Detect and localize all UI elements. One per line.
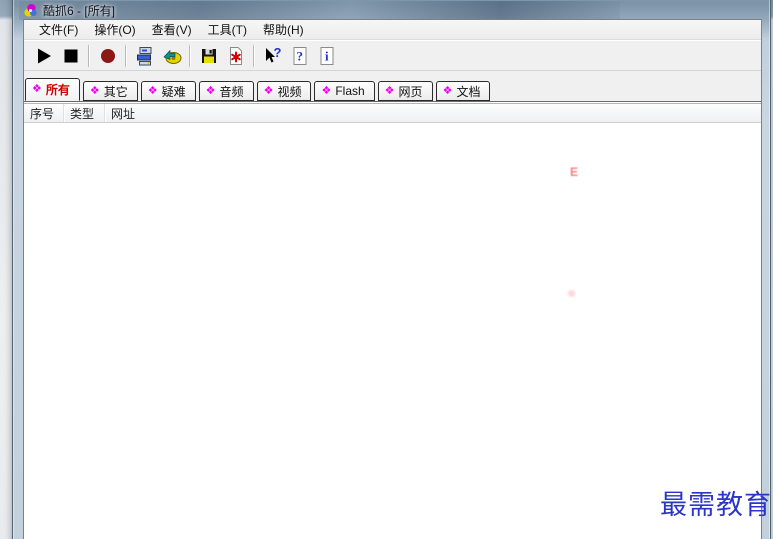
tab-difficult[interactable]: ❖ 疑难: [140, 81, 196, 101]
diamond-icon: ❖: [147, 84, 158, 97]
diamond-icon: ❖: [384, 84, 395, 97]
desktop-background: 酷抓6 - [所有] – ◻ ✕ 文件(F) 操作(O) 查看(V) 工具(T)…: [0, 0, 773, 539]
red-artifact-mark: E: [570, 165, 579, 179]
play-icon: [37, 48, 51, 63]
column-header-type[interactable]: 类型: [64, 104, 105, 122]
window-title: 酷抓6 - [所有]: [43, 4, 116, 18]
record-button[interactable]: [94, 43, 121, 68]
stop-button[interactable]: [57, 43, 84, 68]
browse-disk-icon: [162, 49, 181, 64]
context-help-button[interactable]: ?: [259, 43, 286, 68]
tab-audio[interactable]: ❖ 音频: [198, 81, 254, 101]
menu-view[interactable]: 查看(V): [145, 20, 199, 40]
stop-icon: [64, 49, 77, 62]
menu-tools[interactable]: 工具(T): [201, 20, 254, 40]
faint-pink-dot: [568, 290, 575, 297]
title-bar: 酷抓6 - [所有]: [19, 1, 620, 20]
diamond-icon: ❖: [321, 84, 332, 97]
record-icon: [100, 48, 115, 63]
help-topics-icon: ?: [293, 46, 306, 65]
list-header: 序号 类型 网址: [24, 104, 761, 123]
help-topics-button[interactable]: ?: [286, 43, 313, 68]
menu-operate[interactable]: 操作(O): [87, 20, 142, 40]
save-icon: [201, 48, 216, 63]
toolbar-separator: [125, 44, 127, 67]
column-header-url[interactable]: 网址: [105, 104, 761, 122]
toolbar-separator: [253, 44, 255, 67]
save-button[interactable]: [195, 43, 222, 68]
svg-text:i: i: [325, 48, 329, 63]
tab-video[interactable]: ❖ 视频: [256, 81, 312, 101]
diamond-icon: ❖: [263, 84, 274, 97]
category-tabbar: ❖ 所有 ❖ 其它 ❖ 疑难 ❖ 音频 ❖ 视频 ❖ Flash ❖ 网页 ❖ …: [24, 77, 761, 101]
context-help-icon: ?: [265, 46, 281, 62]
delete-button[interactable]: [222, 43, 249, 68]
diamond-icon: ❖: [442, 84, 453, 97]
menu-help[interactable]: 帮助(H): [256, 20, 311, 40]
watermark-text: 最需教育: [660, 490, 772, 521]
capture-list-body: [24, 123, 761, 539]
tab-webpage[interactable]: ❖ 网页: [377, 81, 433, 101]
diamond-icon: ❖: [89, 84, 100, 97]
diamond-icon: ❖: [32, 83, 42, 95]
delete-icon: [229, 46, 242, 65]
tab-document[interactable]: ❖ 文档: [435, 81, 491, 101]
client-area: 文件(F) 操作(O) 查看(V) 工具(T) 帮助(H) ? ? i ❖ 所有…: [23, 19, 762, 539]
toolbar: ? ? i: [24, 40, 761, 71]
tab-other[interactable]: ❖ 其它: [82, 81, 138, 101]
about-button[interactable]: i: [313, 43, 340, 68]
capture-settings-button[interactable]: [131, 43, 158, 68]
svg-text:?: ?: [296, 48, 303, 63]
capture-settings-icon: [136, 46, 151, 65]
browse-disk-button[interactable]: [158, 43, 185, 68]
svg-text:?: ?: [273, 46, 281, 60]
app-icon[interactable]: [23, 3, 38, 18]
menu-file[interactable]: 文件(F): [32, 20, 85, 40]
tab-flash[interactable]: ❖ Flash: [314, 81, 375, 101]
column-header-index[interactable]: 序号: [24, 104, 64, 122]
toolbar-separator: [88, 44, 90, 67]
diamond-icon: ❖: [205, 84, 216, 97]
menu-bar: 文件(F) 操作(O) 查看(V) 工具(T) 帮助(H): [24, 20, 761, 40]
toolbar-separator: [189, 44, 191, 67]
play-button[interactable]: [30, 43, 57, 68]
tab-all[interactable]: ❖ 所有: [25, 78, 80, 101]
app-window: 酷抓6 - [所有] – ◻ ✕ 文件(F) 操作(O) 查看(V) 工具(T)…: [12, 0, 771, 539]
about-icon: i: [320, 46, 333, 65]
